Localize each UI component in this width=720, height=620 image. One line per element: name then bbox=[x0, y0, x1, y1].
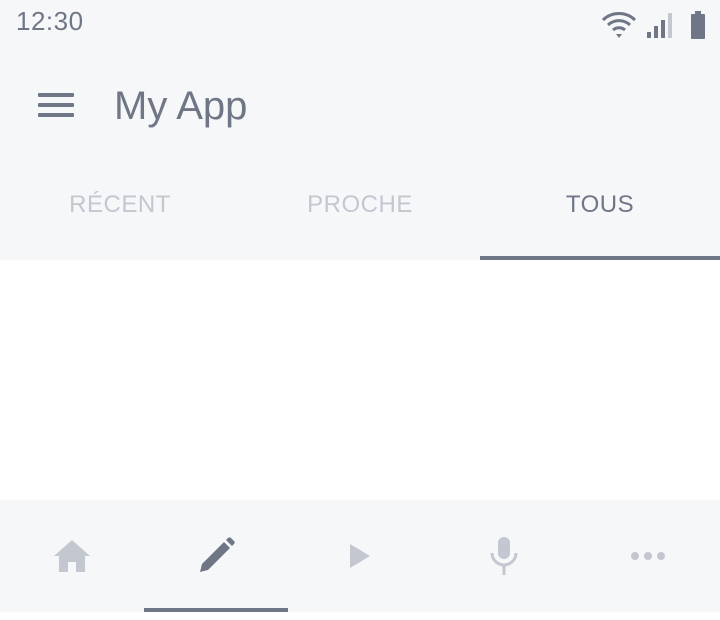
tab-tous[interactable]: TOUS bbox=[480, 160, 720, 260]
tab-recent[interactable]: RÉCENT bbox=[0, 160, 240, 260]
play-icon bbox=[350, 544, 370, 568]
bottom-nav bbox=[0, 500, 720, 612]
signal-icon bbox=[647, 13, 672, 38]
more-icon bbox=[631, 552, 665, 560]
battery-icon bbox=[691, 11, 705, 39]
app-title: My App bbox=[114, 84, 248, 128]
wifi-icon bbox=[602, 12, 636, 38]
pencil-icon bbox=[200, 537, 235, 572]
nav-play[interactable] bbox=[288, 500, 432, 612]
bottom-fill bbox=[0, 612, 720, 620]
app-bar: My App bbox=[0, 48, 720, 160]
nav-more[interactable] bbox=[576, 500, 720, 612]
nav-microphone[interactable] bbox=[432, 500, 576, 612]
microphone-icon bbox=[490, 537, 518, 575]
status-bar: 12:30 bbox=[0, 0, 720, 48]
nav-edit[interactable] bbox=[144, 500, 288, 612]
nav-home[interactable] bbox=[0, 500, 144, 612]
tab-bar: RÉCENT PROCHE TOUS bbox=[0, 160, 720, 260]
home-icon bbox=[54, 540, 90, 572]
tab-proche[interactable]: PROCHE bbox=[240, 160, 480, 260]
menu-icon[interactable] bbox=[38, 93, 74, 117]
status-time: 12:30 bbox=[16, 6, 84, 36]
content-area bbox=[0, 260, 720, 500]
